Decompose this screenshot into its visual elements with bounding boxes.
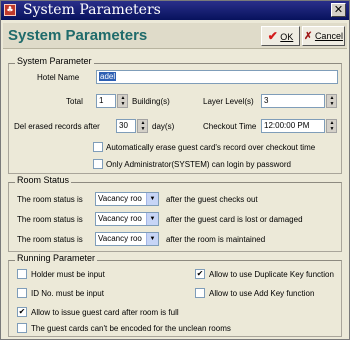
- room-status-value: Vacancy roo: [98, 214, 142, 223]
- building-count-spinner[interactable]: ▲ ▼: [117, 94, 128, 108]
- checkmark-icon: ✔: [267, 29, 278, 43]
- chevron-down-icon: ▼: [146, 233, 158, 245]
- del-records-label: Del erased records after: [14, 122, 100, 131]
- cancel-button[interactable]: ✗ Cancel: [302, 26, 345, 46]
- close-button[interactable]: ✕: [331, 3, 346, 17]
- duplicate-key-label: Allow to use Duplicate Key function: [209, 270, 334, 279]
- spin-down-icon: ▼: [140, 126, 146, 132]
- layer-level-label: Layer Level(s): [203, 97, 254, 106]
- cancel-icon: ✗: [304, 31, 313, 42]
- room-status-suffix: after the guest checks out: [166, 195, 258, 204]
- room-status-group: Room Status The room status is Vacancy r…: [8, 175, 342, 252]
- room-status-value: Vacancy roo: [98, 194, 142, 203]
- room-status-prefix: The room status is: [17, 235, 83, 244]
- issue-after-full-checkbox[interactable]: ✔: [17, 307, 27, 317]
- checkout-time-input[interactable]: 12:00:00 PM: [261, 119, 325, 133]
- checkout-time-spinner[interactable]: ▲ ▼: [326, 119, 337, 133]
- admin-only-label: Only Administrator(SYSTEM) can login by …: [106, 160, 291, 169]
- hotel-name-input[interactable]: adel: [96, 70, 338, 84]
- system-parameter-legend: System Parameter: [15, 56, 94, 66]
- duplicate-key-checkbox[interactable]: ✔: [195, 269, 205, 279]
- add-key-label: Allow to use Add Key function: [209, 289, 315, 298]
- admin-only-checkbox[interactable]: [93, 159, 103, 169]
- building-count-input[interactable]: 1: [96, 94, 116, 108]
- hotel-name-value: adel: [99, 72, 117, 81]
- del-days-spinner[interactable]: ▲ ▼: [137, 119, 148, 133]
- page-title: System Parameters: [8, 27, 148, 44]
- checkout-time-label: Checkout Time: [203, 122, 257, 131]
- room-status-suffix: after the guest card is lost or damaged: [166, 215, 303, 224]
- running-parameter-legend: Running Parameter: [15, 253, 98, 263]
- window-title: System Parameters: [23, 2, 161, 18]
- app-icon: ♣: [4, 4, 16, 16]
- auto-erase-label: Automatically erase guest card's record …: [106, 143, 316, 152]
- days-label: day(s): [152, 122, 175, 131]
- running-parameter-group: Running Parameter Holder must be input ✔…: [8, 253, 342, 337]
- issue-after-full-label: Allow to issue guest card after room is …: [31, 308, 179, 317]
- chevron-down-icon: ▼: [146, 193, 158, 205]
- layer-level-spinner[interactable]: ▲ ▼: [326, 94, 337, 108]
- chevron-down-icon: ▼: [146, 213, 158, 225]
- room-status-suffix: after the room is maintained: [166, 235, 266, 244]
- ok-label: OK: [280, 32, 294, 42]
- del-days-input[interactable]: 30: [116, 119, 136, 133]
- spin-down-icon: ▼: [329, 101, 335, 107]
- total-label: Total: [66, 97, 83, 106]
- system-parameters-window: ♣ System Parameters ✕ System Parameters …: [0, 0, 350, 340]
- unclean-room-label: The guest cards can't be encoded for the…: [31, 324, 231, 333]
- room-status-prefix: The room status is: [17, 195, 83, 204]
- title-bar: ♣ System Parameters ✕: [1, 1, 349, 20]
- layer-level-input[interactable]: 3: [261, 94, 325, 108]
- id-required-checkbox[interactable]: [17, 288, 27, 298]
- holder-required-label: Holder must be input: [31, 270, 105, 279]
- cancel-label: Cancel: [314, 31, 343, 41]
- room-status-select-lost[interactable]: Vacancy roo ▼: [95, 212, 159, 226]
- ok-button[interactable]: ✔ OK: [261, 26, 300, 46]
- room-status-prefix: The room status is: [17, 215, 83, 224]
- dialog-header: System Parameters ✔ OK ✗ Cancel: [3, 23, 347, 49]
- holder-required-checkbox[interactable]: [17, 269, 27, 279]
- id-required-label: ID No. must be input: [31, 289, 104, 298]
- hotel-name-label: Hotel Name: [37, 73, 80, 82]
- buildings-label: Building(s): [132, 97, 170, 106]
- room-status-legend: Room Status: [15, 175, 72, 185]
- spin-down-icon: ▼: [120, 101, 126, 107]
- auto-erase-checkbox[interactable]: [93, 142, 103, 152]
- unclean-room-checkbox[interactable]: [17, 323, 27, 333]
- spin-down-icon: ▼: [329, 126, 335, 132]
- room-status-select-maintained[interactable]: Vacancy roo ▼: [95, 232, 159, 246]
- room-status-value: Vacancy roo: [98, 234, 142, 243]
- add-key-checkbox[interactable]: [195, 288, 205, 298]
- system-parameter-group: System Parameter Hotel Name adel Total 1…: [8, 56, 342, 174]
- room-status-select-checkout[interactable]: Vacancy roo ▼: [95, 192, 159, 206]
